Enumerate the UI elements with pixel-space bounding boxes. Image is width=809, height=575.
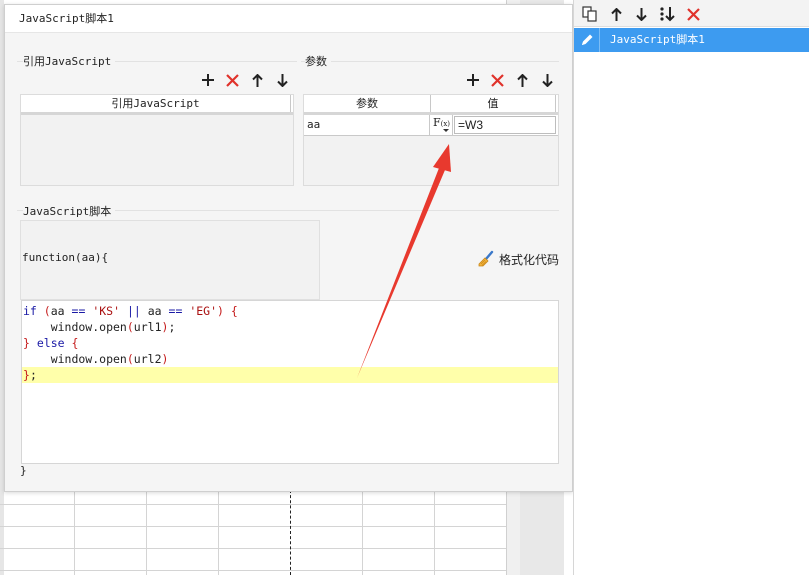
code-editor[interactable]: if (aa == 'KS' || aa == 'EG') { window.o… — [21, 300, 559, 464]
param-value-column-header: 值 — [431, 95, 556, 112]
format-code-label: 格式化代码 — [499, 252, 560, 267]
params-toolbar — [460, 69, 560, 91]
arrow-down-icon — [277, 73, 288, 87]
param-name-cell[interactable]: aa — [304, 115, 430, 135]
grid-col-line — [362, 490, 363, 575]
move-up-ref-button[interactable] — [245, 69, 270, 91]
ref-js-toolbar — [195, 69, 295, 91]
code-line: window.open(url2) — [23, 352, 169, 366]
code-line: window.open(url1); — [23, 320, 176, 334]
add-param-button[interactable] — [460, 69, 485, 91]
arrow-down-icon — [635, 7, 647, 21]
add-icon — [466, 74, 479, 86]
code-line-active: }; — [22, 367, 558, 383]
add-ref-button[interactable] — [195, 69, 220, 91]
ref-js-table-header: 引用JavaScript — [21, 95, 293, 115]
formula-fx-label: F — [432, 116, 441, 129]
grid-row-line — [0, 526, 506, 527]
arrow-up-icon — [252, 73, 263, 87]
code-line: } else { — [23, 336, 79, 350]
format-code-button[interactable]: 格式化代码 — [477, 250, 559, 268]
move-to-bottom-icon — [660, 7, 675, 22]
ref-js-section-label: 引用JavaScript — [23, 53, 116, 69]
add-icon — [201, 74, 214, 86]
pencil-icon — [581, 34, 592, 45]
grid-col-line — [218, 490, 219, 575]
code-line: if (aa == 'KS' || aa == 'EG') { — [23, 304, 238, 318]
copy-button[interactable] — [578, 3, 602, 25]
grid-col-line — [146, 490, 147, 575]
list-item-label: JavaScript脚本1 — [610, 33, 705, 46]
grid-row-line — [0, 548, 506, 549]
ref-js-table: 引用JavaScript — [20, 94, 294, 186]
list-move-up-button[interactable] — [604, 3, 628, 25]
move-down-ref-button[interactable] — [270, 69, 295, 91]
params-section-label: 参数 — [305, 53, 331, 69]
list-move-bottom-button[interactable] — [656, 3, 680, 25]
formula-fx-sub: (x) — [440, 120, 451, 128]
delete-icon — [686, 7, 700, 21]
move-down-param-button[interactable] — [535, 69, 560, 91]
section-divider — [301, 61, 559, 62]
function-signature: function(aa){ — [22, 251, 109, 264]
grid-col-line — [434, 490, 435, 575]
arrow-up-icon — [517, 73, 528, 87]
dialog-title: JavaScript脚本1 — [5, 5, 572, 33]
param-value-input[interactable]: =W3 — [454, 116, 556, 134]
script-list-panel: JavaScript脚本1 — [573, 0, 809, 575]
function-closing-brace: } — [20, 464, 27, 477]
arrow-down-icon — [542, 73, 553, 87]
list-move-down-button[interactable] — [629, 3, 653, 25]
javascript-dialog: JavaScript脚本1 引用JavaScript 引用JavaScript … — [4, 4, 573, 492]
copy-icon — [582, 6, 597, 22]
formula-button[interactable]: F(x) — [431, 115, 453, 135]
params-table-header: 参数 值 — [304, 95, 558, 115]
list-item[interactable]: JavaScript脚本1 — [574, 28, 809, 52]
move-up-param-button[interactable] — [510, 69, 535, 91]
script-list-toolbar — [574, 0, 809, 27]
grid-row-line — [0, 570, 506, 571]
grid-col-line — [74, 490, 75, 575]
delete-icon — [491, 73, 504, 87]
page-break-line — [290, 490, 291, 575]
arrow-up-icon — [610, 7, 622, 21]
delete-icon — [226, 73, 239, 87]
chevron-down-icon — [443, 129, 449, 132]
list-delete-button[interactable] — [681, 3, 705, 25]
table-row[interactable]: aa F(x) =W3 — [304, 115, 558, 136]
edit-item-button[interactable] — [574, 28, 600, 52]
grid-row-line — [0, 504, 506, 505]
delete-param-button[interactable] — [485, 69, 510, 91]
broom-icon — [478, 250, 494, 267]
delete-ref-button[interactable] — [220, 69, 245, 91]
params-table: 参数 值 aa F(x) =W3 — [303, 94, 559, 186]
script-section-label: JavaScript脚本 — [23, 203, 116, 219]
ref-js-column-header: 引用JavaScript — [21, 95, 291, 112]
param-name-column-header: 参数 — [304, 95, 431, 112]
